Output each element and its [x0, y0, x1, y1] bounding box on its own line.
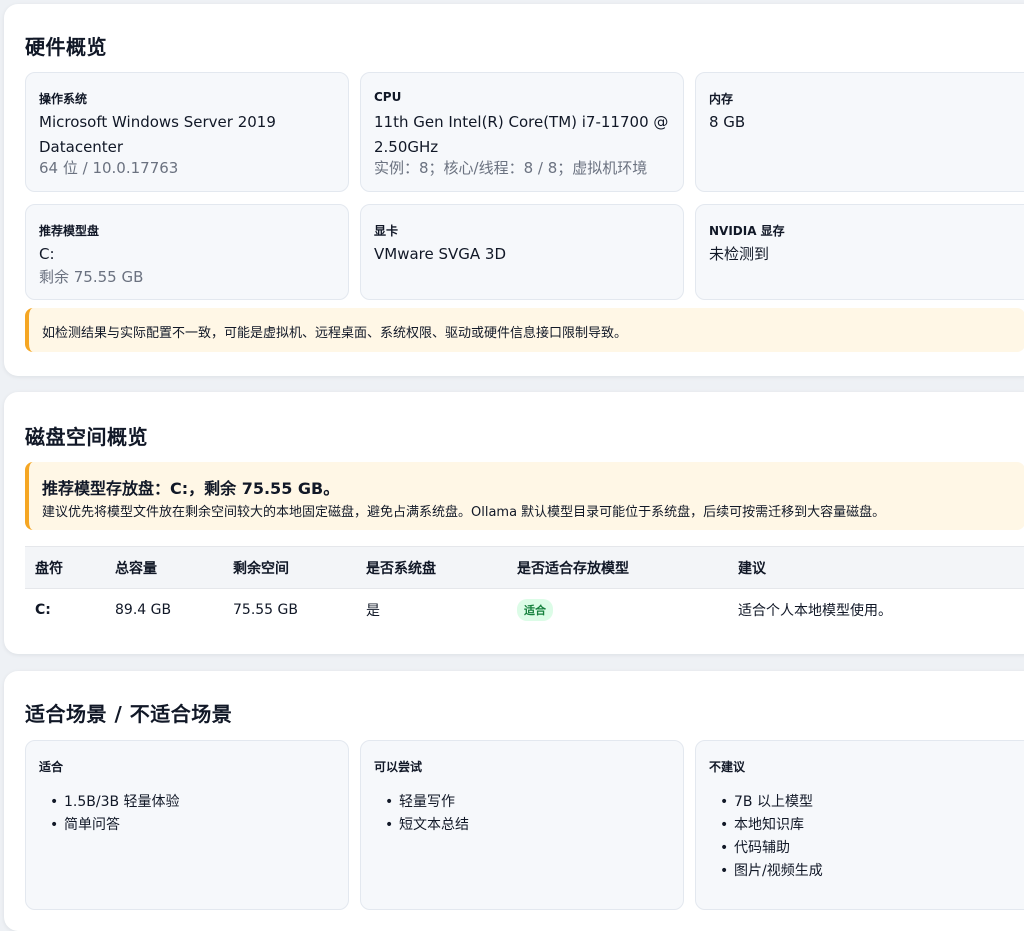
list-item: 图片/视频生成 — [734, 860, 823, 883]
hardware-notice-text: 如检测结果与实际配置不一致，可能是虚拟机、远程桌面、系统权限、驱动或硬件信息接口… — [42, 326, 628, 341]
cpu-label: CPU — [374, 90, 402, 104]
model-disk-card: 推荐模型盘 C: 剩余 75.55 GB — [25, 204, 349, 300]
gpu-label: 显卡 — [374, 224, 399, 238]
disk-highlight: 推荐模型存放盘：C:，剩余 75.55 GB。 — [42, 479, 340, 498]
scenario-good-card: 适合 1.5B/3B 轻量体验 简单问答 — [25, 740, 349, 910]
disk-title: 磁盘空间概览 — [25, 425, 148, 449]
scenarios-panel: 适合场景 / 不适合场景 适合 1.5B/3B 轻量体验 简单问答 可以尝试 轻… — [4, 671, 1024, 931]
cell-fit: 适合 — [507, 589, 728, 631]
model-disk-label: 推荐模型盘 — [39, 224, 100, 238]
cell-advice: 适合个人本地模型使用。 — [738, 602, 892, 619]
list-item: 轻量写作 — [399, 791, 469, 814]
list-item: 简单问答 — [64, 814, 180, 837]
gpu-card: 显卡 VMware SVGA 3D — [360, 204, 684, 300]
cell-free: 75.55 GB — [233, 601, 298, 618]
memory-label: 内存 — [709, 92, 734, 106]
cell-system: 是 — [366, 602, 380, 619]
scenario-try-card: 可以尝试 轻量写作 短文本总结 — [360, 740, 684, 910]
col-advice: 建议 — [728, 546, 1024, 589]
col-free: 剩余空间 — [223, 546, 356, 589]
disk-table: 盘符 总容量 剩余空间 是否系统盘 是否适合存放模型 建议 C: 89.4 GB… — [25, 546, 1024, 631]
os-card: 操作系统 Microsoft Windows Server 2019 Datac… — [25, 72, 349, 192]
disk-table-header: 盘符 总容量 剩余空间 是否系统盘 是否适合存放模型 建议 — [25, 546, 1024, 589]
scenario-bad-card: 不建议 7B 以上模型 本地知识库 代码辅助 图片/视频生成 — [695, 740, 1024, 910]
vram-value: 未检测到 — [709, 245, 770, 263]
gpu-value: VMware SVGA 3D — [374, 245, 507, 263]
disk-advice: 建议优先将模型文件放在剩余空间较大的本地固定磁盘，避免占满系统盘。Ollama … — [42, 505, 886, 520]
table-row: C: 89.4 GB 75.55 GB 是 适合 适合个人本地模型使用。 — [25, 589, 1024, 631]
hardware-title: 硬件概览 — [25, 35, 107, 59]
scenario-good-label: 适合 — [39, 760, 64, 774]
model-disk-value: C: — [39, 245, 55, 263]
scenario-good-list: 1.5B/3B 轻量体验 简单问答 — [64, 791, 180, 837]
fit-badge: 适合 — [517, 598, 553, 621]
list-item: 短文本总结 — [399, 814, 469, 837]
cell-total: 89.4 GB — [115, 601, 172, 618]
hardware-overview-panel: 硬件概览 操作系统 Microsoft Windows Server 2019 … — [4, 4, 1024, 376]
os-label: 操作系统 — [39, 92, 88, 106]
scenario-bad-list: 7B 以上模型 本地知识库 代码辅助 图片/视频生成 — [734, 791, 823, 883]
os-value: Microsoft Windows Server 2019 Datacenter — [39, 113, 276, 156]
scenarios-title: 适合场景 / 不适合场景 — [25, 702, 233, 726]
cpu-value: 11th Gen Intel(R) Core(TM) i7-11700 @ 2.… — [374, 113, 669, 156]
col-drive: 盘符 — [25, 546, 105, 589]
col-fit: 是否适合存放模型 — [507, 546, 728, 589]
list-item: 本地知识库 — [734, 814, 823, 837]
scenario-bad-label: 不建议 — [709, 760, 746, 774]
scenario-try-label: 可以尝试 — [374, 760, 423, 774]
disk-overview-panel: 磁盘空间概览 推荐模型存放盘：C:，剩余 75.55 GB。 建议优先将模型文件… — [4, 392, 1024, 654]
cpu-card: CPU 11th Gen Intel(R) Core(TM) i7-11700 … — [360, 72, 684, 192]
model-disk-sub: 剩余 75.55 GB — [39, 268, 144, 286]
memory-value: 8 GB — [709, 113, 746, 131]
vram-label: NVIDIA 显存 — [709, 224, 785, 238]
col-total: 总容量 — [105, 546, 223, 589]
vram-card: NVIDIA 显存 未检测到 — [695, 204, 1024, 300]
memory-card: 内存 8 GB — [695, 72, 1024, 192]
list-item: 1.5B/3B 轻量体验 — [64, 791, 180, 814]
cpu-sub: 实例：8；核心/线程：8 / 8；虚拟机环境 — [374, 159, 648, 177]
list-item: 7B 以上模型 — [734, 791, 823, 814]
disk-recommendation: 推荐模型存放盘：C:，剩余 75.55 GB。 建议优先将模型文件放在剩余空间较… — [25, 462, 1024, 530]
hardware-notice: 如检测结果与实际配置不一致，可能是虚拟机、远程桌面、系统权限、驱动或硬件信息接口… — [25, 308, 1024, 352]
list-item: 代码辅助 — [734, 837, 823, 860]
os-sub: 64 位 / 10.0.17763 — [39, 159, 179, 177]
cell-drive: C: — [35, 601, 51, 618]
col-system: 是否系统盘 — [356, 546, 507, 589]
scenario-try-list: 轻量写作 短文本总结 — [399, 791, 469, 837]
